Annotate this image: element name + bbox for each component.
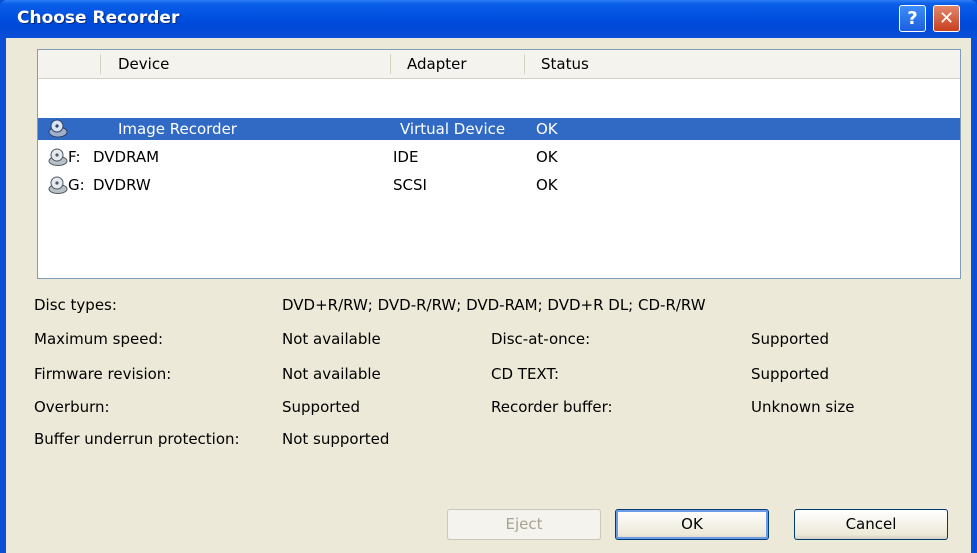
column-header-device[interactable]: Device [118,55,169,73]
column-divider[interactable] [524,54,525,74]
choose-recorder-dialog: Choose Recorder ? ✕ Device Adapter Statu… [0,0,977,553]
status: OK [536,120,558,138]
list-header: Device Adapter Status [38,50,960,79]
drive-letter: F: [68,148,81,166]
column-header-status[interactable]: Status [541,55,589,73]
table-row[interactable]: Image Recorder Virtual Device OK [38,118,960,140]
status: OK [536,148,558,166]
firmware-label: Firmware revision: [34,365,172,383]
drive-letter: G: [68,176,85,194]
optical-drive-icon [48,148,68,166]
eject-button[interactable]: Eject [447,509,601,540]
max-speed-label: Maximum speed: [34,330,164,348]
recorder-list[interactable]: Device Adapter Status Image Recorder Vir… [37,49,961,279]
optical-drive-icon [48,176,68,194]
buffer-underrun-label: Buffer underrun protection: [34,430,240,448]
status: OK [536,176,558,194]
ok-button[interactable]: OK [615,509,769,540]
help-icon: ? [907,8,918,29]
max-speed-value: Not available [282,330,381,348]
title-bar[interactable]: Choose Recorder ? ✕ [0,0,977,38]
table-row[interactable]: F: DVDRAM IDE OK [38,146,960,168]
device-name: DVDRAM [93,148,160,166]
help-button[interactable]: ? [899,5,926,32]
cd-text-label: CD TEXT: [491,365,560,383]
adapter: SCSI [393,176,427,194]
device-name: DVDRW [93,176,151,194]
cancel-button[interactable]: Cancel [794,509,948,540]
disc-at-once-value: Supported [751,330,830,348]
dialog-title: Choose Recorder [17,8,180,28]
disc-types-value: DVD+R/RW; DVD-R/RW; DVD-RAM; DVD+R DL; C… [282,296,706,314]
column-divider[interactable] [100,54,101,74]
table-row[interactable]: G: DVDRW SCSI OK [38,174,960,196]
recorder-buffer-value: Unknown size [751,398,855,416]
image-recorder-icon [48,119,68,138]
adapter: IDE [393,148,419,166]
adapter: Virtual Device [400,120,506,138]
column-divider[interactable] [390,54,391,74]
buffer-underrun-value: Not supported [282,430,390,448]
recorder-buffer-label: Recorder buffer: [491,398,613,416]
overburn-label: Overburn: [34,398,110,416]
device-name: Image Recorder [118,120,237,138]
cd-text-value: Supported [751,365,830,383]
disc-types-label: Disc types: [34,296,117,314]
close-icon: ✕ [938,8,955,29]
disc-at-once-label: Disc-at-once: [491,330,591,348]
close-button[interactable]: ✕ [933,5,960,32]
overburn-value: Supported [282,398,361,416]
firmware-value: Not available [282,365,381,383]
column-header-adapter[interactable]: Adapter [407,55,467,73]
